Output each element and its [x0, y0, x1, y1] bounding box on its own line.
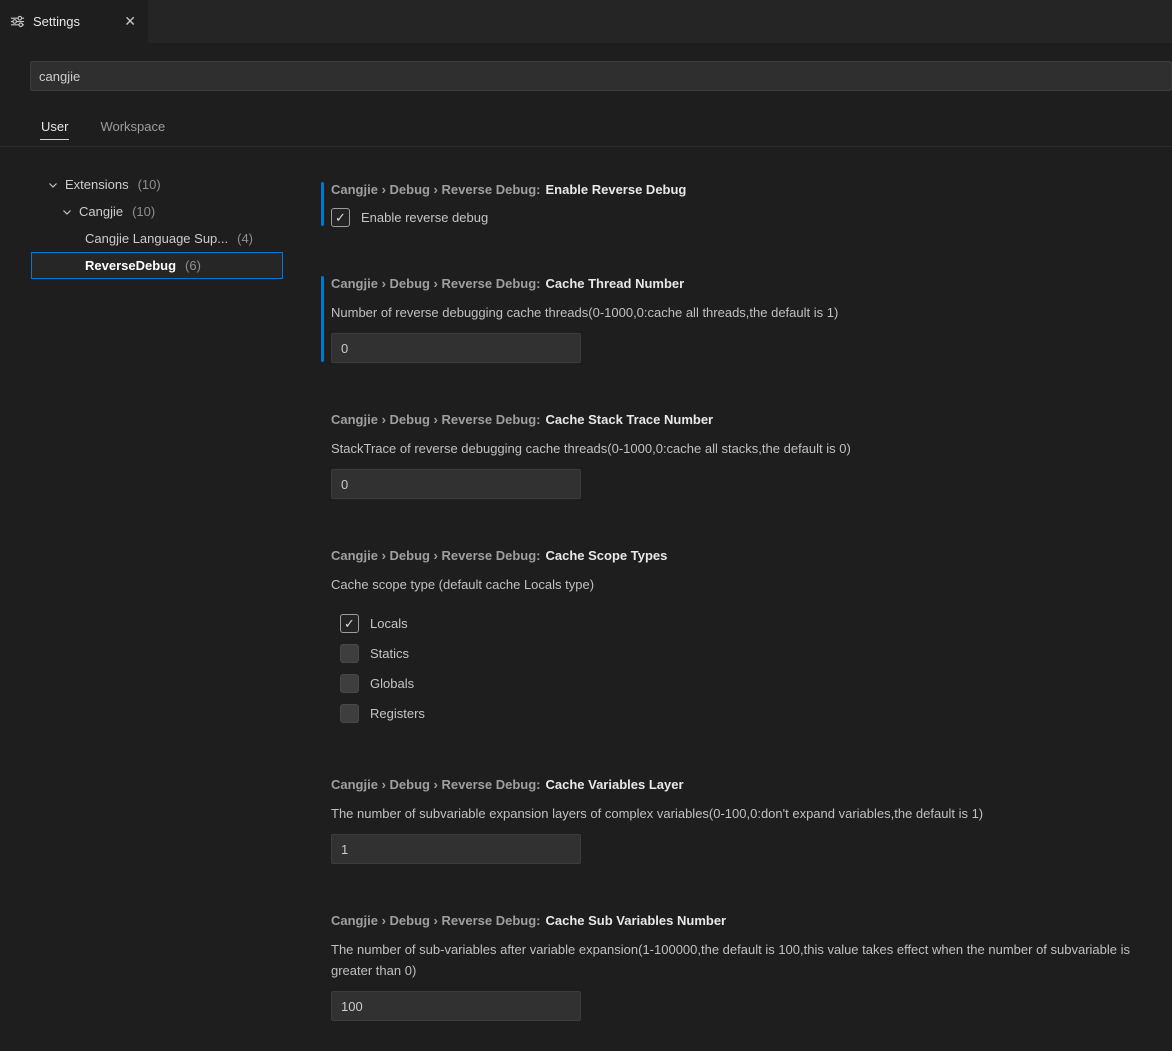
setting-name: Cache Stack Trace Number	[545, 412, 713, 427]
globals-checkbox[interactable]	[340, 674, 359, 693]
locals-checkbox[interactable]: ✓	[340, 614, 359, 633]
checkbox-label: Globals	[370, 676, 414, 691]
modified-indicator	[321, 182, 324, 226]
tab-workspace[interactable]: Workspace	[99, 115, 166, 146]
cache-variables-layer-input[interactable]	[331, 834, 581, 864]
setting-name: Cache Sub Variables Number	[545, 913, 726, 928]
checkbox-row: ✓ Enable reverse debug	[331, 208, 1172, 227]
scope-option-statics: Statics	[331, 638, 1172, 668]
toc-item-extensions[interactable]: Extensions (10)	[31, 171, 283, 198]
setting-title: Cangjie › Debug › Reverse Debug: Cache St…	[331, 411, 1172, 429]
toc-item-count: (10)	[132, 204, 155, 219]
setting-name: Cache Scope Types	[545, 548, 667, 563]
setting-description: Number of reverse debugging cache thread…	[331, 302, 1172, 323]
setting-title: Cangjie › Debug › Reverse Debug: Cache Th…	[331, 275, 1172, 293]
registers-checkbox[interactable]	[340, 704, 359, 723]
settings-sliders-icon	[10, 14, 25, 29]
setting-cache-thread-number: Cangjie › Debug › Reverse Debug: Cache Th…	[331, 275, 1172, 363]
setting-category-path: Cangjie › Debug › Reverse Debug:	[331, 412, 540, 427]
setting-cache-sub-variables-number: Cangjie › Debug › Reverse Debug: Cache Su…	[331, 912, 1172, 1021]
scope-option-locals: ✓ Locals	[331, 608, 1172, 638]
tab-title: Settings	[33, 14, 114, 29]
setting-cache-variables-layer: Cangjie › Debug › Reverse Debug: Cache Va…	[331, 776, 1172, 864]
setting-description: The number of subvariable expansion laye…	[331, 803, 1172, 824]
enable-reverse-debug-checkbox[interactable]: ✓	[331, 208, 350, 227]
setting-description: Cache scope type (default cache Locals t…	[331, 574, 1172, 595]
setting-description: StackTrace of reverse debugging cache th…	[331, 438, 1172, 459]
setting-title: Cangjie › Debug › Reverse Debug: Cache Va…	[331, 776, 1172, 794]
cache-thread-number-input[interactable]	[331, 333, 581, 363]
setting-category-path: Cangjie › Debug › Reverse Debug:	[331, 777, 540, 792]
checkbox-label: Locals	[370, 616, 408, 631]
scope-tab-row: User Workspace	[0, 115, 1172, 147]
settings-toc: Extensions (10) Cangjie (10) Cangjie Lan…	[0, 169, 300, 279]
setting-category-path: Cangjie › Debug › Reverse Debug:	[331, 913, 540, 928]
setting-title: Cangjie › Debug › Reverse Debug: Cache Sc…	[331, 547, 1172, 565]
checkbox-label: Enable reverse debug	[361, 210, 488, 225]
toc-item-count: (4)	[237, 231, 253, 246]
toc-item-count: (6)	[185, 258, 201, 273]
setting-name: Cache Variables Layer	[545, 777, 683, 792]
statics-checkbox[interactable]	[340, 644, 359, 663]
setting-cache-scope-types: Cangjie › Debug › Reverse Debug: Cache Sc…	[331, 547, 1172, 728]
check-icon: ✓	[344, 617, 355, 630]
check-icon: ✓	[335, 211, 346, 224]
setting-name: Cache Thread Number	[545, 276, 684, 291]
cache-sub-variables-number-input[interactable]	[331, 991, 581, 1021]
toc-item-cangjie[interactable]: Cangjie (10)	[31, 198, 283, 225]
toc-item-count: (10)	[138, 177, 161, 192]
settings-list: Cangjie › Debug › Reverse Debug: Enable R…	[300, 169, 1172, 1051]
setting-category-path: Cangjie › Debug › Reverse Debug:	[331, 182, 540, 197]
setting-name: Enable Reverse Debug	[545, 182, 686, 197]
cache-stack-trace-number-input[interactable]	[331, 469, 581, 499]
chevron-down-icon[interactable]	[59, 204, 75, 220]
toc-item-label: ReverseDebug	[85, 258, 176, 273]
tab-strip-empty	[148, 0, 1172, 43]
setting-category-path: Cangjie › Debug › Reverse Debug:	[331, 276, 540, 291]
settings-editor-body: Extensions (10) Cangjie (10) Cangjie Lan…	[0, 147, 1172, 1051]
setting-title: Cangjie › Debug › Reverse Debug: Enable R…	[331, 181, 1172, 199]
scope-type-list: ✓ Locals Statics Globals	[331, 608, 1172, 728]
checkbox-label: Statics	[370, 646, 409, 661]
toc-item-label: Cangjie	[79, 204, 123, 219]
toc-item-label: Cangjie Language Sup...	[85, 231, 228, 246]
settings-search-bar	[30, 61, 1172, 91]
chevron-down-icon[interactable]	[45, 177, 61, 193]
setting-enable-reverse-debug: Cangjie › Debug › Reverse Debug: Enable R…	[331, 181, 1172, 227]
settings-search-input[interactable]	[30, 61, 1172, 91]
setting-title: Cangjie › Debug › Reverse Debug: Cache Su…	[331, 912, 1172, 930]
toc-item-cangjie-language-support[interactable]: Cangjie Language Sup... (4)	[31, 225, 283, 252]
scope-option-globals: Globals	[331, 668, 1172, 698]
checkbox-label: Registers	[370, 706, 425, 721]
tab-user[interactable]: User	[40, 115, 69, 146]
setting-description: The number of sub-variables after variab…	[331, 939, 1172, 981]
toc-item-reversedebug[interactable]: ReverseDebug (6)	[31, 252, 283, 279]
toc-item-label: Extensions	[65, 177, 129, 192]
setting-category-path: Cangjie › Debug › Reverse Debug:	[331, 548, 540, 563]
close-icon[interactable]: ✕	[122, 13, 138, 30]
setting-cache-stack-trace-number: Cangjie › Debug › Reverse Debug: Cache St…	[331, 411, 1172, 499]
modified-indicator	[321, 276, 324, 362]
tab-settings[interactable]: Settings ✕	[0, 0, 148, 43]
scope-option-registers: Registers	[331, 698, 1172, 728]
editor-tab-bar: Settings ✕	[0, 0, 1172, 43]
